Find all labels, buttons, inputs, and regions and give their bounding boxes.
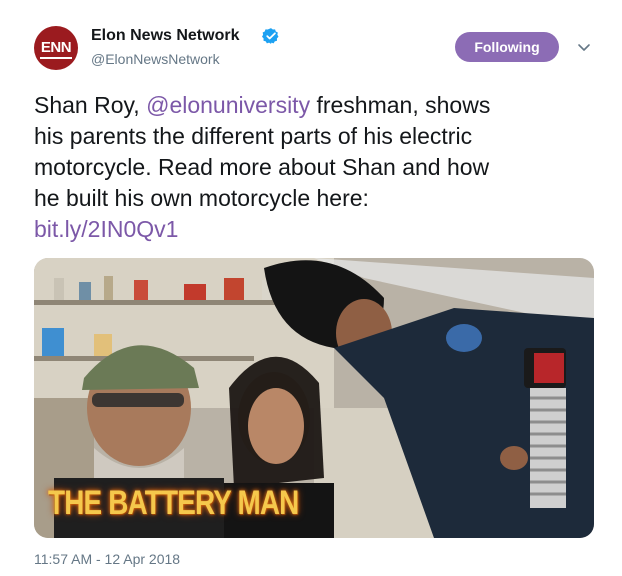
avatar-logo-bar <box>40 57 72 59</box>
tweet-text-segment: freshman, shows <box>310 92 491 118</box>
url-link[interactable]: bit.ly/2IN0Qv1 <box>34 216 178 242</box>
tweet-text-line: bit.ly/2IN0Qv1 <box>34 214 606 245</box>
verified-badge-icon <box>262 28 279 44</box>
tweet-card: ENN Elon News Network @ElonNewsNetwork F… <box>0 0 622 576</box>
mention-link[interactable]: @elonuniversity <box>146 92 310 118</box>
avatar-logo-text: ENN <box>40 39 72 56</box>
tweet-photo[interactable]: THE BATTERY MAN <box>34 258 594 538</box>
tweet-text-segment: Shan Roy, <box>34 92 147 118</box>
following-button[interactable]: Following <box>455 32 559 62</box>
tweet-text-line: his parents the different parts of his e… <box>34 123 473 149</box>
tweet-text-line: he built his own motorcycle here: <box>34 185 369 211</box>
tweet-text-line: Shan Roy, @elonuniversity freshman, show… <box>34 90 606 121</box>
user-handle[interactable]: @ElonNewsNetwork <box>91 51 220 67</box>
tweet-text-line: motorcycle. Read more about Shan and how <box>34 154 490 180</box>
display-name[interactable]: Elon News Network <box>91 27 239 45</box>
tweet-text: Shan Roy, @elonuniversity freshman, show… <box>34 90 606 245</box>
avatar[interactable]: ENN <box>34 26 78 70</box>
tweet-timestamp[interactable]: 11:57 AM - 12 Apr 2018 <box>34 551 180 567</box>
photo-overlay-title: THE BATTERY MAN <box>48 484 299 522</box>
chevron-down-icon[interactable] <box>577 40 591 54</box>
